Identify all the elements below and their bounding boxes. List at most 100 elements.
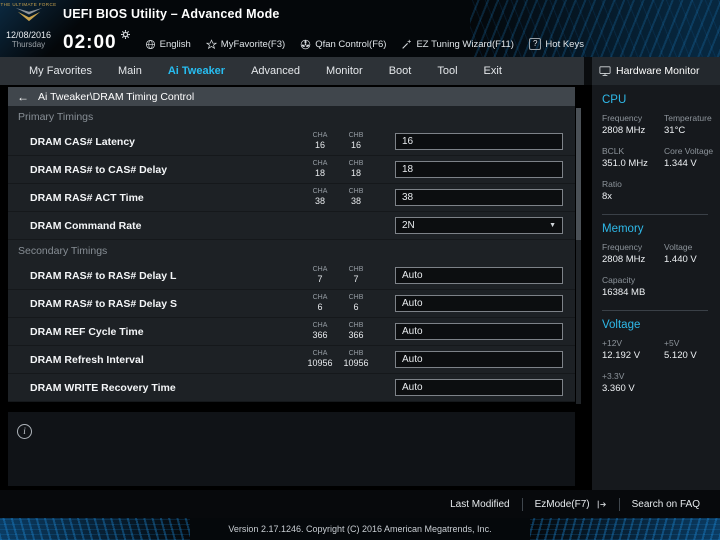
selected-value: 2N xyxy=(402,220,415,231)
monitor-group-title: Voltage xyxy=(602,319,641,331)
search-faq-button[interactable]: Search on FAQ xyxy=(620,499,712,510)
myfavorite-button[interactable]: MyFavorite(F3) xyxy=(205,39,286,53)
monitor-grid: Frequency 2808 MHz Voltage 1.440 V Capacity 1… xyxy=(602,242,714,298)
monitor-label: Frequency xyxy=(602,242,643,252)
channel-values: CHA 16 CHB 16 xyxy=(305,132,383,151)
breadcrumb-text: Ai Tweaker\DRAM Timing Control xyxy=(38,90,195,103)
channel-label: CHA xyxy=(312,132,328,139)
question-icon: ? xyxy=(528,38,542,50)
channel-value: CHA 18 xyxy=(305,160,335,179)
channel-value: CHB 10956 xyxy=(341,350,371,369)
setting-label: DRAM REF Cycle Time xyxy=(30,325,144,338)
tab-my-favorites[interactable]: My Favorites xyxy=(16,57,105,85)
setting-row: DRAM CAS# Latency CHA 16 CHB 16 xyxy=(8,128,575,156)
monitor-value: 16384 MB xyxy=(602,287,646,298)
monitor-value: 31°C xyxy=(664,125,686,136)
channel-values: CHA 6 CHB 6 xyxy=(305,294,383,313)
setting-row: DRAM RAS# to CAS# Delay CHA 18 CHB 18 xyxy=(8,156,575,184)
channel-label: CHB xyxy=(348,294,364,301)
monitor-label: Ratio xyxy=(602,179,622,189)
channel-label: CHA xyxy=(312,160,328,167)
setting-input[interactable] xyxy=(395,161,563,178)
setting-row: DRAM Command Rate 2N ▼ xyxy=(8,212,575,240)
channel-value: CHA 10956 xyxy=(305,350,335,369)
info-icon: i xyxy=(17,424,32,439)
setting-input[interactable] xyxy=(395,323,563,340)
ezmode-button[interactable]: EzMode(F7) xyxy=(523,499,619,510)
monitor-label: BCLK xyxy=(602,146,625,156)
last-modified-button[interactable]: Last Modified xyxy=(438,499,521,510)
back-arrow-icon[interactable]: ← xyxy=(17,91,29,103)
monitor-divider xyxy=(602,214,708,215)
setting-select[interactable]: 2N ▼ xyxy=(395,217,563,234)
monitor-item: +5V 5.120 V xyxy=(664,338,714,361)
ezmode-switch-icon xyxy=(596,499,607,510)
monitor-item: Frequency 2808 MHz xyxy=(602,242,662,265)
channel-current: 38 xyxy=(350,196,361,206)
qfan-control-button[interactable]: Qfan Control(F6) xyxy=(300,39,386,53)
monitor-value: 1.344 V xyxy=(664,158,697,169)
channel-label: CHB xyxy=(348,266,364,273)
tuf-logo: THE ULTIMATE FORCE 12/08/2016 Thursday xyxy=(0,0,57,57)
tab-exit[interactable]: Exit xyxy=(471,57,515,85)
monitor-label: Temperature xyxy=(664,113,712,123)
breadcrumb[interactable]: ← Ai Tweaker\DRAM Timing Control xyxy=(8,87,575,106)
tab-tool[interactable]: Tool xyxy=(424,57,470,85)
setting-input[interactable] xyxy=(395,295,563,312)
setting-label: DRAM Command Rate xyxy=(30,219,142,232)
monitor-item: Capacity 16384 MB xyxy=(602,275,662,298)
monitor-label: Voltage xyxy=(664,242,693,252)
channel-current: 366 xyxy=(312,330,328,340)
tab-ai-tweaker[interactable]: Ai Tweaker xyxy=(155,57,238,85)
channel-current: 7 xyxy=(317,274,323,284)
fan-icon xyxy=(300,39,311,50)
tab-boot[interactable]: Boot xyxy=(376,57,425,85)
main-area: ← Ai Tweaker\DRAM Timing Control Primary… xyxy=(0,85,720,490)
monitor-item: Temperature 31°C xyxy=(664,113,714,136)
channel-value: CHB 38 xyxy=(341,188,371,207)
myfavorite-label: MyFavorite(F3) xyxy=(220,39,286,50)
tab-main[interactable]: Main xyxy=(105,57,155,85)
monitor-item: Core Voltage 1.344 V xyxy=(664,146,714,169)
monitor-item: BCLK 351.0 MHz xyxy=(602,146,662,169)
tab-monitor[interactable]: Monitor xyxy=(313,57,376,85)
channel-current: 366 xyxy=(348,330,364,340)
setting-input[interactable] xyxy=(395,351,563,368)
globe-icon xyxy=(145,39,156,50)
channel-value: CHA 6 xyxy=(305,294,335,313)
setting-row: DRAM WRITE Recovery Time xyxy=(8,374,575,402)
ez-tuning-wizard-button[interactable]: EZ Tuning Wizard(F11) xyxy=(401,39,514,53)
channel-label: CHB xyxy=(348,350,364,357)
system-day: Thursday xyxy=(11,40,46,49)
tab-advanced[interactable]: Advanced xyxy=(238,57,313,85)
channel-current: 18 xyxy=(350,168,361,178)
monitor-label: +3.3V xyxy=(602,371,625,381)
channel-label: CHB xyxy=(348,188,364,195)
tuf-eagle-icon xyxy=(14,7,44,22)
channel-label: CHA xyxy=(312,294,328,301)
monitor-group-title: Memory xyxy=(602,223,644,235)
channel-values: CHA 10956 CHB 10956 xyxy=(305,350,383,369)
channel-value: CHA 7 xyxy=(305,266,335,285)
scrollbar[interactable] xyxy=(576,108,581,404)
language-button[interactable]: English xyxy=(145,39,191,53)
channel-values: CHA 7 CHB 7 xyxy=(305,266,383,285)
qfan-label: Qfan Control(F6) xyxy=(315,39,387,50)
clock-settings-gear-icon[interactable] xyxy=(120,30,130,39)
setting-input[interactable] xyxy=(395,379,563,396)
hardware-monitor-header: Hardware Monitor xyxy=(584,57,720,85)
menu-bar: My Favorites Main Ai Tweaker Advanced Monito… xyxy=(0,57,720,85)
channel-value: CHA 16 xyxy=(305,132,335,151)
setting-input[interactable] xyxy=(395,189,563,206)
language-label: English xyxy=(159,39,191,50)
channel-label: CHA xyxy=(312,322,328,329)
wand-icon xyxy=(401,39,412,50)
version-text: Version 2.17.1246. Copyright (C) 2016 Am… xyxy=(228,524,492,534)
section-title: Primary Timings xyxy=(18,111,94,123)
hotkeys-button[interactable]: ? Hot Keys xyxy=(528,38,584,53)
last-modified-label: Last Modified xyxy=(450,498,510,510)
setting-input[interactable] xyxy=(395,133,563,150)
setting-label: DRAM RAS# ACT Time xyxy=(30,191,144,204)
setting-input[interactable] xyxy=(395,267,563,284)
scrollbar-thumb[interactable] xyxy=(576,108,581,240)
